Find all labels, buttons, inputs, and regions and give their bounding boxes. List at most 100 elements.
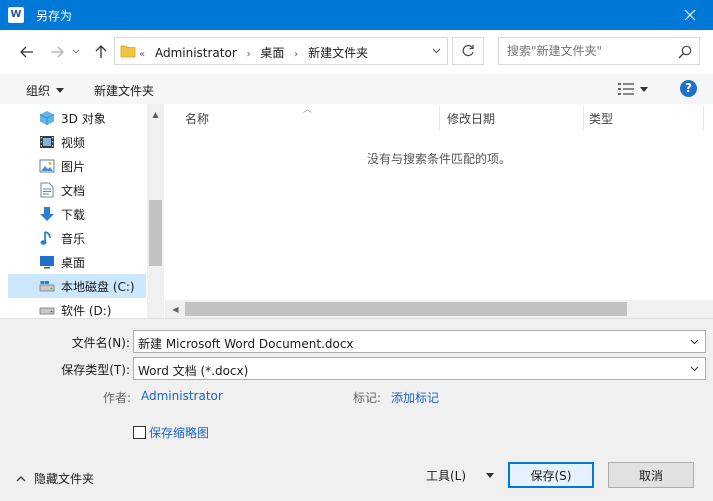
caret-down-icon [56, 88, 65, 93]
file-list-pane: ︿ 名称 修改日期 类型 没有与搜索条件匹配的项。 [165, 104, 713, 318]
3d-objects-icon [38, 109, 56, 127]
column-divider[interactable] [703, 106, 704, 130]
filename-dropdown-button[interactable] [687, 335, 701, 349]
horizontal-scroll-thumb[interactable] [185, 302, 627, 316]
view-options-button[interactable] [618, 80, 654, 98]
navigation-pane: 3D 对象 视频 图片 文档 下载 音乐 桌面 本地磁盘 (C:) 软件 (D:… [0, 104, 165, 318]
command-toolbar: 组织 新建文件夹 [0, 74, 713, 104]
up-button[interactable] [90, 41, 112, 63]
tools-menu[interactable]: 工具(L) [426, 467, 495, 484]
music-icon [38, 229, 56, 247]
filetype-select[interactable]: Word 文档 (*.docx) [133, 357, 706, 380]
chevron-right-icon[interactable]: › [247, 49, 251, 60]
window-title: 另存为 [36, 9, 73, 23]
hide-folders-label: 隐藏文件夹 [34, 472, 95, 486]
sidebar-item-label: 图片 [61, 159, 86, 174]
caret-down-icon [640, 86, 648, 92]
chevron-right-icon[interactable]: › [294, 49, 298, 60]
hide-folders-toggle[interactable]: 隐藏文件夹 [16, 470, 94, 487]
scroll-left-arrow[interactable]: ◀ [167, 301, 184, 317]
sidebar-item-label: 下载 [61, 207, 86, 222]
sidebar-scroll-thumb[interactable] [149, 200, 162, 266]
column-header-name[interactable]: 名称 [179, 104, 439, 132]
folder-icon [120, 45, 136, 58]
sidebar-item-software-d[interactable]: 软件 (D:) [8, 298, 146, 318]
save-thumbnail-checkbox[interactable] [133, 426, 146, 439]
documents-icon [38, 181, 56, 199]
filename-label: 文件名(N): [71, 336, 130, 350]
sidebar-item-label: 音乐 [61, 231, 86, 246]
arrow-left-icon [20, 46, 33, 58]
forward-button[interactable] [46, 41, 68, 63]
sidebar-item-local-disk-c[interactable]: 本地磁盘 (C:) [8, 274, 146, 298]
sidebar-item-3d-objects[interactable]: 3D 对象 [8, 106, 146, 130]
download-icon [38, 205, 56, 223]
file-list-horizontal-scrollbar[interactable]: ◀ [165, 300, 713, 318]
breadcrumb: « Administrator › 桌面 › 新建文件夹 [139, 44, 374, 61]
sidebar-item-label: 视频 [61, 135, 86, 150]
breadcrumb-overflow[interactable]: « [139, 49, 145, 60]
title-bar: W 另存为 [0, 0, 713, 30]
search-box[interactable] [498, 37, 700, 65]
refresh-icon [462, 44, 474, 57]
close-button[interactable] [667, 0, 713, 30]
sidebar-item-music[interactable]: 音乐 [8, 226, 146, 250]
search-icon[interactable] [677, 44, 693, 60]
help-button[interactable]: ? [680, 80, 697, 97]
refresh-button[interactable] [452, 37, 484, 65]
sidebar-item-pictures[interactable]: 图片 [8, 154, 146, 178]
tags-label: 标记: [353, 391, 382, 405]
breadcrumb-item[interactable]: 新建文件夹 [308, 46, 368, 60]
chevron-down-icon [72, 49, 80, 54]
filetype-dropdown-button[interactable] [687, 362, 701, 376]
sidebar-item-documents[interactable]: 文档 [8, 178, 146, 202]
organize-menu[interactable]: 组织 [26, 82, 65, 99]
sidebar-item-label: 本地磁盘 (C:) [61, 279, 135, 294]
filename-field[interactable]: 新建 Microsoft Word Document.docx [133, 330, 706, 353]
filename-input[interactable]: 新建 Microsoft Word Document.docx [138, 335, 354, 352]
back-button[interactable] [16, 41, 38, 63]
sidebar-item-label: 软件 (D:) [61, 303, 112, 318]
drive-icon [38, 301, 56, 318]
chevron-down-icon [690, 366, 698, 372]
sidebar-item-desktop[interactable]: 桌面 [8, 250, 146, 274]
local-disk-icon [38, 277, 56, 295]
column-header-type[interactable]: 类型 [583, 104, 703, 132]
pictures-icon [38, 157, 56, 175]
caret-down-icon [486, 473, 495, 478]
chevron-up-icon [16, 476, 26, 482]
desktop-icon [38, 253, 56, 271]
chevron-down-icon [690, 339, 698, 345]
close-icon [684, 9, 696, 21]
filetype-label: 保存类型(T): [61, 363, 130, 377]
sidebar-scrollbar[interactable]: ▲ [147, 104, 164, 318]
sidebar-item-downloads[interactable]: 下载 [8, 202, 146, 226]
word-app-icon: W [8, 7, 24, 23]
scroll-up-arrow[interactable]: ▲ [147, 106, 164, 122]
author-label: 作者: [103, 391, 132, 405]
filetype-selected-value: Word 文档 (*.docx) [138, 364, 249, 378]
tools-label: 工具(L) [426, 469, 467, 483]
recent-locations-button[interactable] [68, 41, 84, 63]
author-value[interactable]: Administrator [141, 389, 223, 403]
video-icon [38, 133, 56, 151]
save-button[interactable]: 保存(S) [508, 462, 594, 488]
address-dropdown-button[interactable] [427, 42, 445, 60]
column-divider[interactable] [439, 106, 440, 130]
add-tags-link[interactable]: 添加标记 [391, 389, 439, 406]
address-bar[interactable]: « Administrator › 桌面 › 新建文件夹 [114, 37, 448, 65]
empty-results-message: 没有与搜索条件匹配的项。 [366, 152, 511, 166]
column-header-date-modified[interactable]: 修改日期 [441, 104, 583, 132]
search-input[interactable] [507, 43, 677, 59]
sidebar-item-video[interactable]: 视频 [8, 130, 146, 154]
arrow-right-icon [51, 46, 64, 58]
save-thumbnail-label[interactable]: 保存缩略图 [149, 424, 209, 441]
organize-label: 组织 [26, 84, 51, 98]
cancel-button[interactable]: 取消 [608, 462, 694, 488]
details-view-icon [618, 83, 634, 95]
new-folder-button[interactable]: 新建文件夹 [94, 82, 154, 99]
breadcrumb-item[interactable]: 桌面 [260, 46, 284, 60]
sidebar-item-label: 桌面 [61, 255, 86, 270]
breadcrumb-item[interactable]: Administrator [155, 46, 237, 60]
arrow-up-icon [95, 45, 107, 58]
